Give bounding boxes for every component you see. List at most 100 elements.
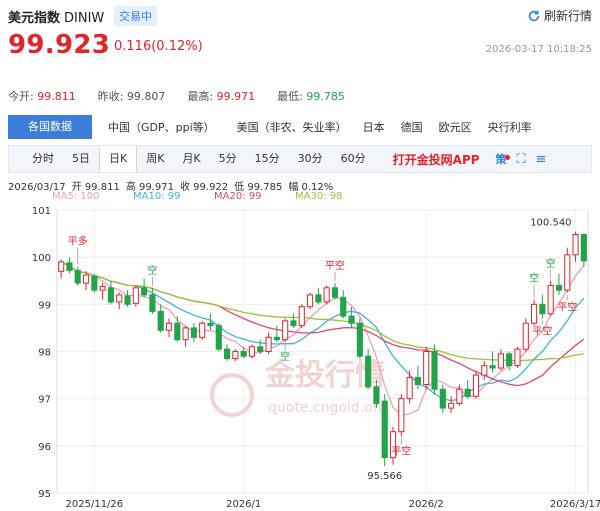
- y-tick-label: 98: [38, 348, 51, 359]
- refresh-button[interactable]: 刷新行情: [527, 7, 592, 24]
- signal-marker: 平空: [557, 301, 577, 314]
- refresh-icon: [528, 10, 540, 21]
- candle-body: [472, 374, 480, 397]
- signal-marker: 空: [147, 264, 157, 277]
- candle-body: [99, 285, 106, 291]
- tab-eurozone[interactable]: 欧元区: [431, 119, 480, 135]
- candle-body: [273, 336, 280, 341]
- candle-body: [506, 353, 513, 367]
- candle-body: [323, 287, 330, 303]
- settings-icon[interactable]: ≡: [536, 152, 547, 167]
- signal-marker: 平多: [68, 235, 88, 248]
- candle-body: [199, 322, 206, 338]
- tab-5day[interactable]: 5日: [63, 146, 99, 172]
- candle-body: [489, 365, 496, 369]
- tab-japan[interactable]: 日本: [355, 119, 393, 135]
- stat-high: 最高: 99.971: [187, 90, 256, 103]
- candle-body: [58, 261, 65, 272]
- candle-body: [298, 306, 305, 327]
- candle-body: [555, 284, 563, 291]
- tab-weekly-k[interactable]: 周K: [137, 146, 173, 172]
- candle-body: [373, 386, 380, 404]
- period-tabs: 分时 5日 日K 周K 月K 5分 15分 30分 60分 打开金投网APP 策…: [8, 145, 592, 173]
- candle-body: [406, 376, 413, 400]
- candle-body: [149, 294, 156, 312]
- instrument-code: DINIW: [64, 11, 105, 26]
- candle-body: [522, 322, 529, 350]
- tab-usa[interactable]: 美国（非农、失业率）: [229, 119, 355, 135]
- candle-body: [514, 348, 521, 367]
- signal-marker: 空: [529, 272, 539, 285]
- candle-body: [107, 287, 115, 303]
- tab-germany[interactable]: 德国: [393, 119, 431, 135]
- category-tabs: 各国数据 中国（GDP、ppi等） 美国（非农、失业率） 日本 德国 欧元区 央…: [8, 115, 592, 139]
- candlestick-chart[interactable]: 101 100 99 98 97 96 95 2025/11/26 2026/1 2026/2 20…: [0, 200, 600, 511]
- candle-body: [481, 365, 488, 376]
- price-change: 0.116(0.12%): [114, 39, 203, 54]
- tab-china[interactable]: 中国（GDP、ppi等）: [100, 119, 223, 135]
- tab-central-bank-rate[interactable]: 央行利率: [480, 119, 540, 135]
- candle-body: [91, 275, 98, 291]
- candle-body: [82, 274, 90, 284]
- candle-body: [265, 336, 272, 353]
- candle-body: [439, 388, 446, 409]
- signal-marker: 空: [280, 350, 290, 363]
- y-tick-label: 101: [32, 206, 51, 217]
- candle-body: [348, 315, 355, 324]
- candle-body: [564, 254, 571, 291]
- candle-body: [423, 351, 430, 386]
- signal-marker: 平空: [391, 444, 411, 457]
- x-tick-label: 2026/1: [226, 499, 261, 510]
- tab-30min[interactable]: 30分: [289, 146, 332, 172]
- open-app-link[interactable]: 打开金投网APP: [393, 151, 480, 168]
- fullscreen-icon[interactable]: ⛶: [517, 152, 526, 167]
- candle-body: [248, 346, 256, 357]
- tab-intraday[interactable]: 分时: [23, 146, 63, 172]
- candle-body: [431, 351, 438, 390]
- candle-body: [448, 402, 455, 409]
- ma30-line: [60, 261, 584, 362]
- candle-body: [539, 303, 546, 315]
- tab-daily-k[interactable]: 日K: [99, 146, 138, 172]
- candle-body: [157, 310, 164, 331]
- x-tick-label: 2025/11/26: [66, 499, 124, 510]
- candle-body: [215, 325, 222, 350]
- stat-prev-close: 昨收: 99.807: [97, 90, 166, 103]
- candle-body: [174, 322, 181, 341]
- candle-body: [165, 322, 173, 331]
- candle-body: [240, 351, 247, 357]
- y-tick-label: 100: [32, 253, 51, 264]
- y-tick-label: 99: [38, 300, 51, 311]
- candle-body: [340, 296, 347, 317]
- y-tick-label: 95: [38, 489, 51, 500]
- candle-body: [282, 320, 289, 341]
- tab-15min[interactable]: 15分: [246, 146, 289, 172]
- candle-body: [530, 303, 538, 324]
- tab-60min[interactable]: 60分: [332, 146, 375, 172]
- x-tick-label: 2026/2: [409, 499, 444, 510]
- status-badge: 交易中: [114, 6, 157, 26]
- candle-body: [224, 348, 231, 360]
- candle-body: [315, 294, 322, 303]
- candle-body: [116, 294, 123, 303]
- y-tick-label: 97: [38, 395, 51, 406]
- max-label: 100.540: [530, 218, 571, 229]
- instrument-name: 美元指数: [8, 11, 61, 26]
- strategy-button[interactable]: 策: [496, 151, 510, 167]
- x-tick-label: 2026/3/17: [550, 499, 600, 510]
- candle-body: [356, 322, 363, 357]
- tab-country-data[interactable]: 各国数据: [8, 115, 92, 139]
- tab-monthly-k[interactable]: 月K: [173, 146, 209, 172]
- candle-body: [290, 320, 297, 327]
- stat-low: 最低: 99.785: [277, 90, 345, 103]
- candle-body: [381, 400, 388, 459]
- candle-body: [572, 234, 579, 256]
- notification-dot: [504, 155, 510, 160]
- page-title: 美元指数 DINIW: [8, 7, 104, 26]
- y-tick-label: 96: [38, 442, 51, 453]
- signal-marker: 平空: [532, 324, 552, 337]
- stats-row: 今开: 99.811 昨收: 99.807 最高: 99.971 最低: 99.…: [8, 88, 367, 104]
- candle-body: [331, 287, 339, 298]
- tab-5min[interactable]: 5分: [210, 146, 246, 172]
- candle-body: [207, 322, 214, 327]
